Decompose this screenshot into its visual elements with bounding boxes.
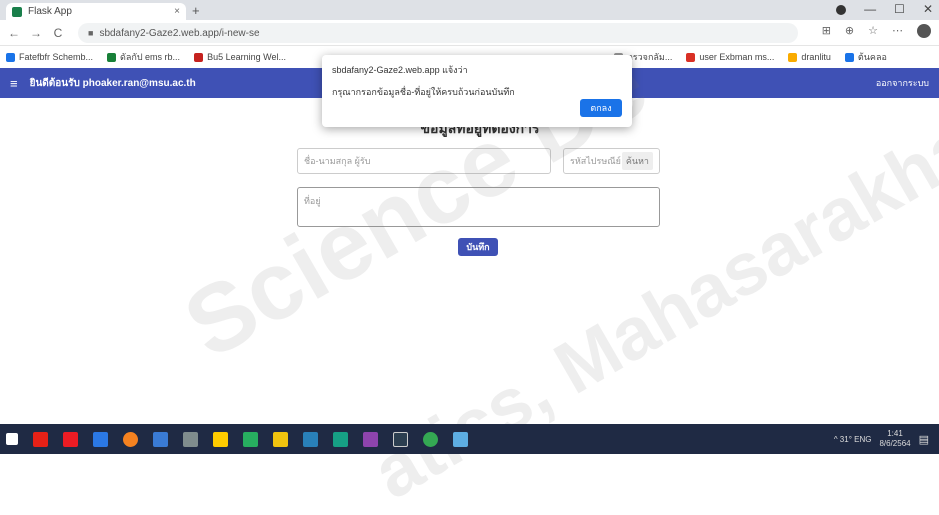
minimize-button[interactable]: —	[864, 2, 876, 16]
alert-dialog: sbdafany2-Gaze2.web.app แจ้งว่า กรุณากรอ…	[322, 55, 632, 127]
app-icon[interactable]	[393, 431, 408, 447]
bookmark-item[interactable]: Fatefbfr Schemb...	[6, 52, 93, 62]
tray-status[interactable]: ^ 31° ENG	[834, 435, 872, 444]
windows-taskbar: ^ 31° ENG 1:41 8/6/2564 ▤	[0, 424, 939, 454]
app-icon[interactable]	[453, 431, 468, 447]
tab-favicon-icon	[12, 6, 22, 17]
bookmark-item[interactable]: Bu5 Learning Wel...	[194, 52, 286, 62]
bookmark-favicon-icon	[788, 52, 798, 62]
chrome-icon[interactable]	[423, 431, 438, 447]
avatar[interactable]	[917, 24, 931, 38]
bookmark-item[interactable]: user Exbman ms...	[686, 52, 774, 62]
clock-time: 1:41	[887, 429, 903, 438]
app-icon[interactable]	[93, 431, 108, 447]
browser-tab[interactable]: Flask App ×	[6, 3, 186, 20]
app-icon[interactable]	[123, 431, 138, 447]
adobe-icon[interactable]	[63, 431, 78, 447]
dialog-message: กรุณากรอกข้อมูลชื่อ-ที่อยู่ให้ครบถ้วนก่อ…	[332, 87, 515, 97]
app-icon[interactable]	[303, 431, 318, 447]
tab-close-icon[interactable]: ×	[174, 6, 180, 17]
reload-button[interactable]: C	[50, 26, 66, 40]
lock-icon: ■	[88, 28, 94, 38]
dialog-ok-button[interactable]: ตกลง	[580, 99, 622, 117]
extension-icon[interactable]: ⊞	[822, 24, 831, 38]
start-icon[interactable]	[6, 433, 18, 445]
browser-tabstrip: Flask App × + — ☐ ✕	[0, 0, 939, 20]
browser-toolbar: ← → C ■ sbdafany2-Gaze2.web.app/i-new-se…	[0, 20, 939, 46]
app-icon[interactable]	[333, 431, 348, 447]
clock[interactable]: 1:41 8/6/2564	[879, 429, 910, 449]
name-input[interactable]: ชื่อ-นามสกุล ผู้รับ	[297, 148, 551, 174]
forward-button[interactable]: →	[28, 26, 44, 40]
toolbar-extensions: ⊞ ⊕ ☆ ⋯	[822, 24, 931, 38]
save-button[interactable]: บันทึก	[458, 238, 498, 256]
address-bar[interactable]: ■ sbdafany2-Gaze2.web.app/i-new-se	[78, 23, 798, 43]
system-tray: ^ 31° ENG 1:41 8/6/2564 ▤	[834, 424, 929, 454]
bookmark-item[interactable]: dranlitu	[788, 52, 831, 62]
bookmark-favicon-icon	[194, 52, 204, 62]
app-icon[interactable]	[363, 431, 378, 447]
bookmark-item[interactable]: ดัลกัป ems rb...	[107, 50, 180, 64]
dialog-origin: sbdafany2-Gaze2.web.app แจ้งว่า	[332, 65, 468, 75]
clock-date: 8/6/2564	[879, 439, 911, 448]
app-icon[interactable]	[213, 431, 228, 447]
youtube-icon[interactable]	[33, 431, 48, 447]
address-placeholder: ที่อยู่	[304, 196, 321, 206]
bookmark-favicon-icon	[686, 52, 696, 62]
bookmark-item[interactable]: ต้นคลอ	[844, 50, 887, 64]
new-tab-button[interactable]: +	[192, 3, 200, 18]
extensions-puzzle-icon[interactable]: ⋯	[892, 24, 903, 38]
address-url[interactable]: sbdafany2-Gaze2.web.app/i-new-se	[99, 28, 259, 39]
notification-icon[interactable]: ▤	[919, 433, 929, 446]
bookmark-favicon-icon	[6, 52, 15, 62]
maximize-button[interactable]: ☐	[894, 2, 905, 16]
postcode-search-button[interactable]: ค้นหา	[621, 152, 653, 170]
app-icon[interactable]	[273, 431, 288, 447]
tab-title: Flask App	[28, 6, 72, 17]
zoom-icon[interactable]: ⊕	[845, 24, 854, 38]
profile-dot-icon[interactable]	[836, 5, 847, 15]
bookmark-favicon-icon	[844, 52, 854, 62]
app-icon[interactable]	[153, 431, 168, 447]
postcode-placeholder: รหัสไปรษณีย์	[570, 156, 621, 166]
window-controls: — ☐ ✕	[836, 2, 933, 16]
postcode-input[interactable]: รหัสไปรษณีย์ ค้นหา	[563, 148, 660, 174]
back-button[interactable]: ←	[6, 26, 22, 40]
app-icon[interactable]	[243, 431, 258, 447]
hamburger-menu-icon[interactable]: ≡	[10, 76, 18, 91]
close-window-button[interactable]: ✕	[923, 2, 933, 16]
bookmark-favicon-icon	[107, 52, 117, 62]
bookmark-star-icon[interactable]: ☆	[868, 24, 878, 38]
address-textarea[interactable]: ที่อยู่	[297, 187, 660, 227]
app-icon[interactable]	[183, 431, 198, 447]
logout-link[interactable]: ออกจากระบบ	[876, 76, 929, 90]
name-placeholder: ชื่อ-นามสกุล ผู้รับ	[304, 156, 371, 166]
